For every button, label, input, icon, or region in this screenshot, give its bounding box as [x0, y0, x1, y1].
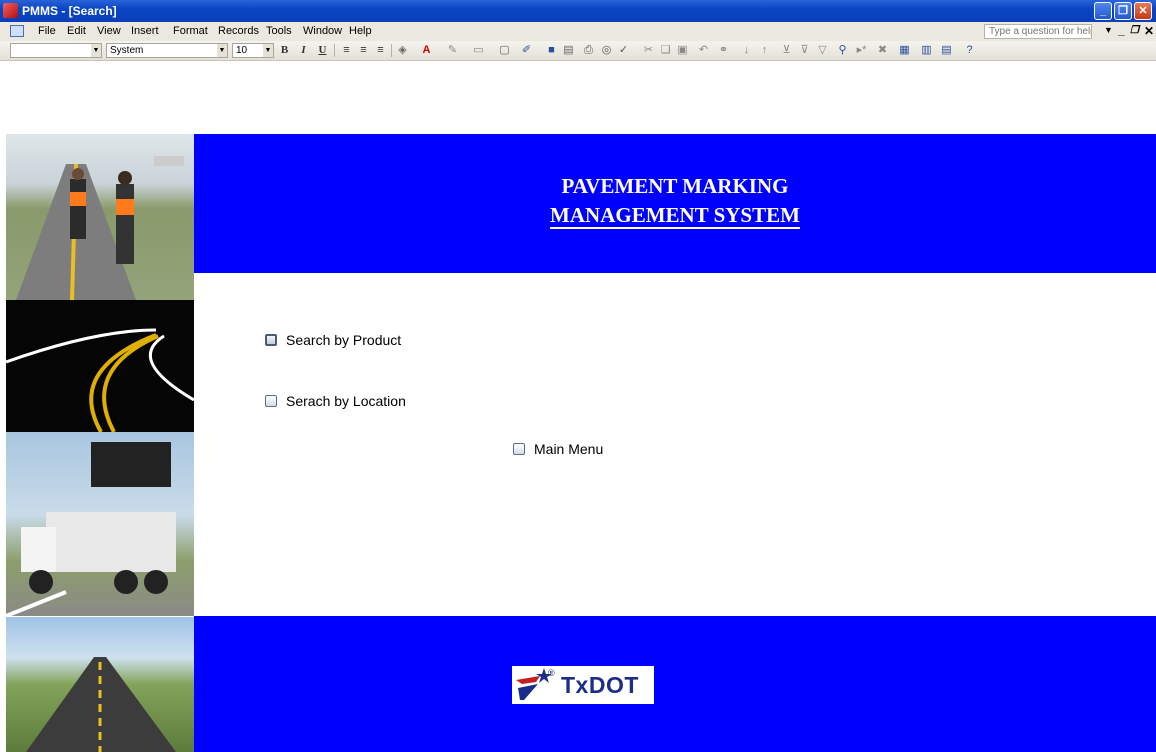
main-menu-option[interactable]: Main Menu	[513, 441, 603, 457]
chevron-down-icon[interactable]: ▼	[91, 44, 101, 57]
title-line-1: PAVEMENT MARKING	[561, 174, 789, 198]
striping-truck-photo	[6, 432, 194, 616]
form-icon[interactable]	[10, 25, 24, 37]
toolbar-separator	[391, 44, 392, 57]
document-restore-icon[interactable]: ❐	[1130, 25, 1139, 36]
menu-insert[interactable]: Insert	[131, 25, 159, 37]
search-by-product-option[interactable]: Search by Product	[265, 332, 401, 348]
menu-help[interactable]: Help	[349, 25, 372, 37]
font-name-value: System	[110, 45, 144, 56]
sort-ascending-icon[interactable]: ↓	[740, 44, 753, 57]
design-view-icon[interactable]: ✐	[520, 44, 533, 57]
search-by-location-option[interactable]: Serach by Location	[265, 393, 406, 409]
txdot-logo: ® TxDOT	[512, 666, 654, 704]
window-title: PMMS - [Search]	[22, 4, 117, 18]
database-window-icon[interactable]: ▥	[920, 44, 933, 57]
document-close-icon[interactable]: ✕	[1144, 24, 1154, 38]
chevron-down-icon[interactable]: ▼	[217, 44, 227, 57]
object-combo[interactable]: ▼	[10, 43, 102, 58]
save-icon[interactable]: ■	[545, 44, 558, 57]
font-size-combo[interactable]: 10 ▼	[232, 43, 274, 58]
option-button-icon[interactable]	[513, 443, 525, 455]
font-size-value: 10	[236, 45, 248, 56]
menu-view[interactable]: View	[97, 25, 121, 37]
restore-button[interactable]: ❐	[1114, 2, 1132, 20]
option-button-icon[interactable]	[265, 395, 277, 407]
print-preview-icon[interactable]: ◎	[600, 44, 613, 57]
menu-window[interactable]: Window	[303, 25, 342, 37]
close-button[interactable]: ✕	[1134, 2, 1152, 20]
menu-records[interactable]: Records	[218, 25, 259, 37]
txdot-logo-text: TxDOT	[561, 672, 639, 698]
minimize-button[interactable]: _	[1094, 2, 1112, 20]
special-effect-icon[interactable]: ▢	[498, 44, 511, 57]
menu-edit[interactable]: Edit	[67, 25, 86, 37]
spelling-icon[interactable]: ✓	[617, 44, 630, 57]
fill-color-icon[interactable]: ◈	[396, 44, 409, 57]
highway-road-photo	[6, 617, 194, 752]
window-titlebar: PMMS - [Search] _ ❐ ✕	[0, 0, 1156, 22]
filter-by-form-icon[interactable]: ⊽	[798, 44, 811, 57]
print-icon[interactable]: ⎙	[582, 44, 595, 57]
registered-mark: ®	[548, 668, 555, 678]
properties-icon[interactable]: ▦	[898, 44, 911, 57]
paste-icon[interactable]: ▣	[676, 44, 689, 57]
new-record-icon[interactable]: ▸*	[855, 44, 868, 57]
toolbar-separator	[334, 44, 335, 57]
cut-icon[interactable]: ✂	[642, 44, 655, 57]
new-object-icon[interactable]: ▤	[940, 44, 953, 57]
italic-button[interactable]: I	[297, 44, 310, 57]
border-width-icon[interactable]: ▭	[472, 44, 485, 57]
file-search-icon[interactable]: ▤	[562, 44, 575, 57]
menu-bar: File Edit View Insert Format Records Too…	[0, 22, 1156, 42]
apply-filter-icon[interactable]: ▽	[816, 44, 829, 57]
chevron-down-icon[interactable]: ▼	[263, 44, 273, 57]
underline-button[interactable]: U	[316, 44, 329, 57]
night-road-markings-photo	[6, 300, 194, 432]
bold-button[interactable]: B	[278, 44, 291, 57]
search-by-location-label: Serach by Location	[286, 393, 406, 409]
menu-tools[interactable]: Tools	[266, 25, 292, 37]
option-button-icon[interactable]	[265, 334, 277, 346]
page-title: PAVEMENT MARKING MANAGEMENT SYSTEM	[194, 172, 1156, 230]
menu-format[interactable]: Format	[173, 25, 208, 37]
help-question-input[interactable]: Type a question for help	[984, 24, 1092, 39]
search-by-product-label: Search by Product	[286, 332, 402, 348]
search-form: PAVEMENT MARKING MANAGEMENT SYSTEM Searc…	[0, 61, 1156, 752]
delete-record-icon[interactable]: ✖	[876, 44, 889, 57]
document-minimize-icon[interactable]: _	[1118, 23, 1125, 37]
font-name-combo[interactable]: System ▼	[106, 43, 228, 58]
line-color-icon[interactable]: ✎	[446, 44, 459, 57]
copy-icon[interactable]: ❏	[659, 44, 672, 57]
align-center-icon[interactable]: ≡	[357, 44, 370, 57]
align-left-icon[interactable]: ≡	[340, 44, 353, 57]
find-icon[interactable]: ⚲	[836, 44, 849, 57]
undo-icon[interactable]: ↶	[697, 44, 710, 57]
header-banner: PAVEMENT MARKING MANAGEMENT SYSTEM	[194, 134, 1156, 273]
filter-by-selection-icon[interactable]: ⊻	[780, 44, 793, 57]
footer-banner: ® TxDOT	[194, 616, 1156, 752]
font-color-icon[interactable]: A	[420, 44, 433, 57]
main-menu-label: Main Menu	[534, 441, 604, 457]
help-icon[interactable]: ?	[963, 44, 976, 57]
title-line-2: MANAGEMENT SYSTEM	[550, 203, 800, 227]
sort-descending-icon[interactable]: ↑	[758, 44, 771, 57]
insert-hyperlink-icon[interactable]: ⚭	[717, 44, 730, 57]
menu-file[interactable]: File	[38, 25, 56, 37]
formatting-toolbar: ▼ System ▼ 10 ▼ B I U ≡ ≡ ≡ ◈ A ✎ ▭ ▢ ✐ …	[0, 41, 1156, 61]
chevron-down-icon[interactable]: ▼	[1104, 25, 1113, 35]
access-app-icon	[3, 3, 18, 18]
road-workers-photo	[6, 134, 194, 300]
align-right-icon[interactable]: ≡	[374, 44, 387, 57]
